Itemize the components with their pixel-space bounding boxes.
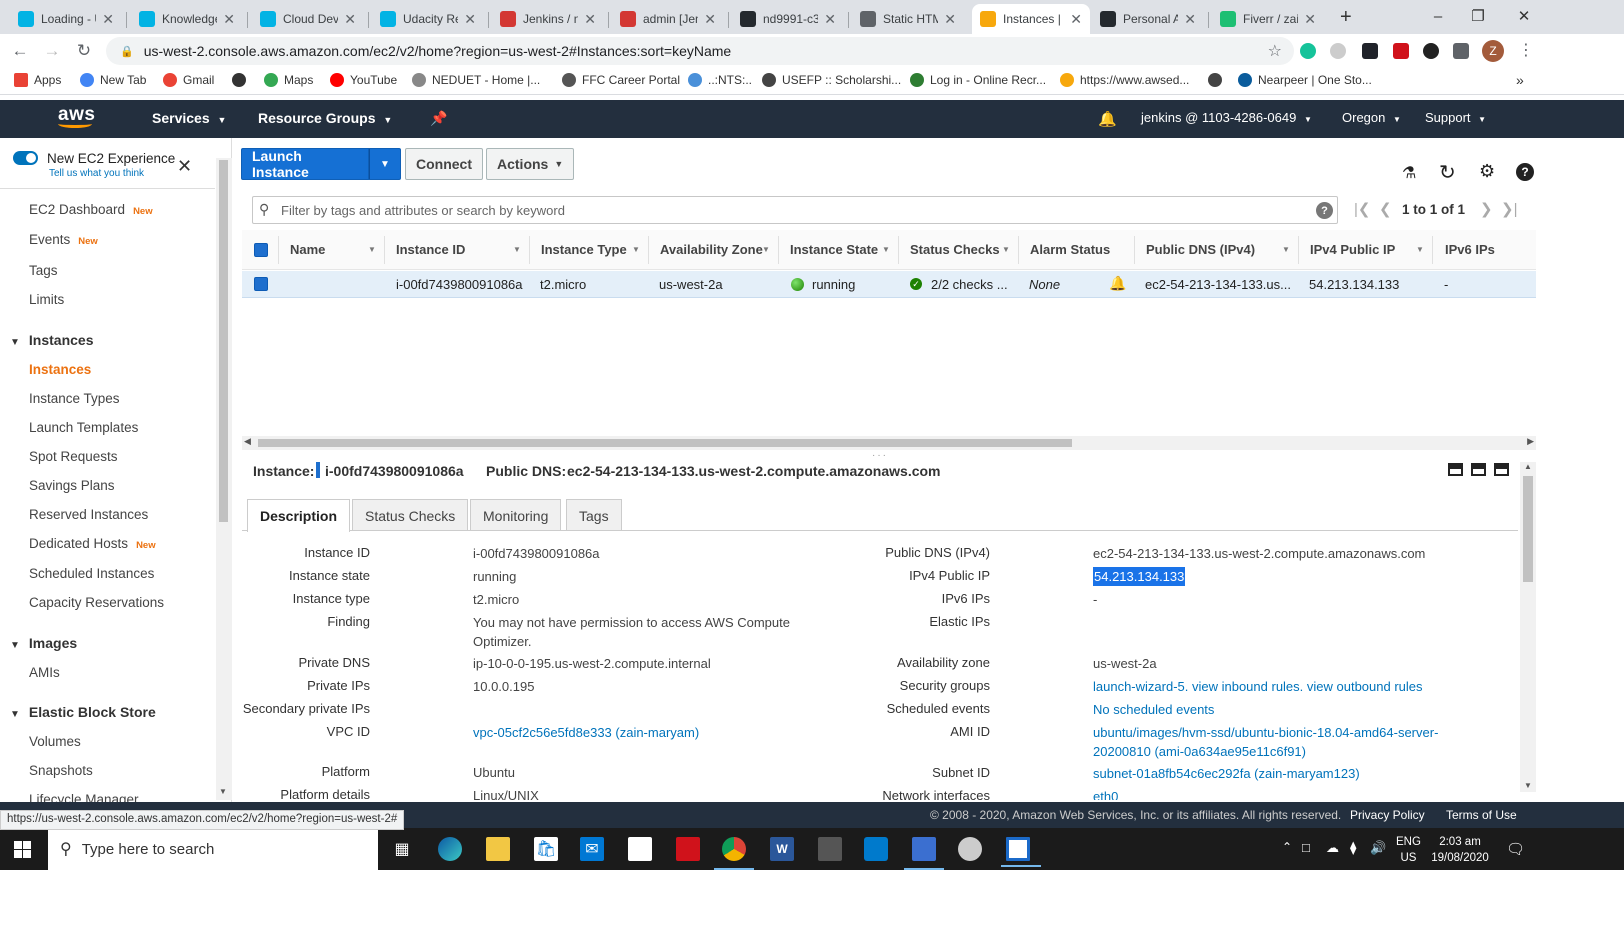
windows-start-icon[interactable] [14, 841, 31, 858]
detail-label: Security groups [899, 678, 990, 693]
detail-label: Network interfaces [882, 788, 990, 800]
word-icon[interactable]: W [770, 837, 794, 861]
acrobat-taskbar-icon[interactable] [676, 837, 700, 861]
detail-label: Instance ID [304, 545, 370, 560]
detail-label: Scheduled events [886, 701, 990, 716]
detail-value: - [1093, 592, 1098, 607]
detail-label: Secondary private IPs [242, 701, 370, 716]
detail-label: Private DNS [298, 655, 370, 670]
mail-icon[interactable]: ✉ [580, 837, 604, 861]
detail-value: us-west-2a [1093, 656, 1157, 671]
detail-label: AMI ID [950, 724, 990, 739]
detail-value: You may not have permission to access AW… [473, 615, 790, 630]
detail-label: Elastic IPs [929, 614, 990, 629]
action-center-icon[interactable]: 🗨 [1506, 840, 1525, 858]
onedrive-icon[interactable]: ☁ [1326, 840, 1339, 856]
chrome-taskbar-icon[interactable] [714, 837, 754, 870]
detail-label: VPC ID [326, 724, 370, 739]
detail-value: 54.213.134.133 [1093, 567, 1186, 586]
detail-label: Private IPs [307, 678, 370, 693]
detail-value: 10.0.0.195 [473, 679, 535, 694]
detail-value[interactable]: ubuntu/images/hvm-ssd/ubuntu-bionic-18.0… [1093, 723, 1438, 742]
store-icon[interactable]: 🛍 [534, 837, 558, 861]
taskbar-search-input[interactable]: ⚲ Type here to search [48, 828, 378, 870]
detail-value: Linux/UNIX [473, 788, 539, 800]
detail-label: IPv6 IPs [941, 591, 990, 606]
detail-value: t2.micro [473, 592, 520, 607]
detail-label: Finding [327, 614, 370, 629]
detail-value[interactable]: eth0 [1093, 787, 1118, 800]
detail-value[interactable]: vpc-05cf2c56e5fd8e333 (zain-maryam) [473, 723, 699, 742]
detail-label: Subnet ID [932, 765, 990, 780]
detail-value: i-00fd743980091086a [473, 546, 600, 561]
detail-value: running [473, 569, 517, 584]
volume-icon[interactable]: 🔊 [1370, 840, 1386, 856]
detail-label: Availability zone [897, 655, 990, 670]
detail-vertical-scrollbar[interactable]: ▲ ▼ [1520, 462, 1536, 792]
detail-label: IPv4 Public IP [909, 568, 990, 583]
task-view-icon[interactable]: ▦ [390, 837, 414, 861]
detail-value[interactable]: subnet-01a8fb54c6ec292fa (zain-maryam123… [1093, 764, 1360, 783]
privacy-policy-link[interactable]: Privacy Policy [1350, 808, 1425, 822]
windows-taskbar: ⚲ Type here to search ▦ 🛍 ✉ W ⌃ □ ☁ ⧫ 🔊 … [0, 828, 1624, 870]
detail-value[interactable]: No scheduled events [1093, 700, 1214, 719]
paint-icon[interactable] [958, 837, 982, 861]
vscode-icon[interactable] [864, 837, 888, 861]
clock[interactable]: 2:03 am 19/08/2020 [1430, 834, 1490, 866]
detail-label: Instance state [289, 568, 370, 583]
tab-description[interactable]: Description [247, 499, 351, 532]
terms-of-use-link[interactable]: Terms of Use [1446, 808, 1517, 822]
detail-label: Public DNS (IPv4) [885, 545, 990, 560]
file-explorer-icon[interactable] [486, 837, 510, 861]
detail-value: Optimizer. [473, 634, 532, 649]
detail-label: Platform details [280, 787, 370, 800]
battery-icon[interactable]: □ [1302, 840, 1310, 855]
detail-value: ip-10-0-0-195.us-west-2.compute.internal [473, 656, 711, 671]
document-icon[interactable] [628, 837, 652, 861]
language-indicator[interactable]: ENG US [1396, 834, 1421, 866]
window-app-icon[interactable] [1001, 837, 1041, 867]
detail-label: Instance type [292, 591, 370, 606]
edge-icon[interactable] [438, 837, 462, 861]
detail-label: Platform [321, 764, 370, 779]
calculator-icon[interactable] [818, 837, 842, 861]
detail-value: Ubuntu [473, 765, 515, 780]
link-status-bubble: https://us-west-2.console.aws.amazon.com… [0, 810, 405, 830]
tray-chevron-icon[interactable]: ⌃ [1282, 840, 1292, 854]
detail-value[interactable]: 20200810 (ami-0a634ae95e11c6f91) [1093, 742, 1306, 761]
network-app-icon[interactable] [904, 837, 944, 870]
detail-value[interactable]: launch-wizard-5. view inbound rules. vie… [1093, 677, 1423, 696]
search-icon: ⚲ [60, 841, 72, 858]
detail-value: ec2-54-213-134-133.us-west-2.compute.ama… [1093, 546, 1426, 561]
wifi-icon[interactable]: ⧫ [1350, 840, 1356, 856]
